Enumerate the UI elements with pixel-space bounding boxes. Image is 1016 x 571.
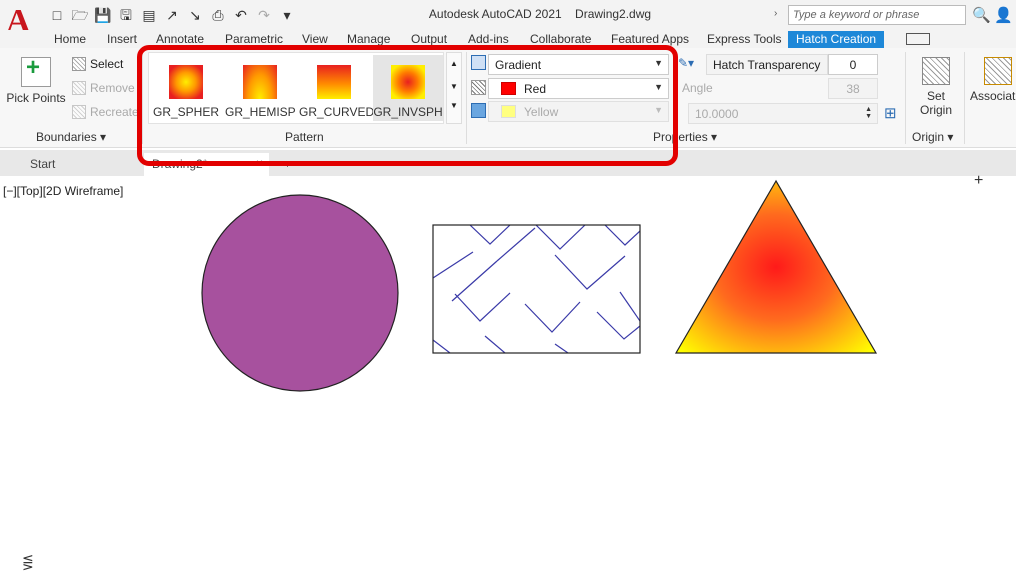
redo-icon[interactable]: ↷ (255, 6, 273, 24)
select-button[interactable]: Select (72, 57, 123, 71)
app-title: Autodesk AutoCAD 2021 (428, 7, 562, 21)
quick-access-toolbar: □ 🗁 💾 🖫 ▤ ↗ ↘ ⎙ ↶ ↷ ▾ (48, 6, 296, 24)
associative-label: Associative (970, 89, 1016, 103)
ribbon-minimize-icon[interactable] (906, 33, 930, 45)
search-expand-icon[interactable]: › (774, 8, 777, 19)
pick-points-button[interactable]: + Pick Points (4, 54, 68, 105)
recreate-label: Recreate (90, 105, 139, 119)
origin-title-text: Origin (912, 130, 945, 144)
undo-icon[interactable]: ↶ (232, 6, 250, 24)
customize-qat-icon[interactable]: ▾ (278, 6, 296, 24)
line-hatch-pattern (433, 225, 640, 353)
origin-panel-title[interactable]: Origin ▾ (912, 130, 953, 144)
tint-shade-input[interactable]: 10.0000 ▲ ▼ (688, 103, 878, 124)
gradient-triangle[interactable] (674, 179, 878, 354)
transparency-label: Hatch Transparency (706, 54, 828, 75)
remove-label: Remove (90, 81, 135, 95)
panel-divider (964, 52, 965, 144)
pick-points-label: Pick Points (6, 91, 66, 105)
remove-button[interactable]: Remove (72, 81, 135, 95)
file-name: Drawing2.dwg (575, 7, 652, 21)
tab-express-tools[interactable]: Express Tools (703, 31, 785, 48)
transparency-icon[interactable]: ✎▾ (678, 56, 694, 70)
user-icon[interactable]: 👤 (994, 6, 1013, 24)
tab-hatch-creation[interactable]: Hatch Creation (788, 31, 884, 48)
transparency-input[interactable]: 0 (828, 54, 878, 75)
angle-label: Angle (682, 81, 713, 95)
associative-icon (984, 57, 1012, 85)
set-origin-icon (922, 57, 950, 85)
tab-insert[interactable]: Insert (103, 31, 141, 48)
drawing-canvas[interactable]: [−][Top][2D Wireframe] + ⋚ (0, 172, 1016, 570)
save-as-icon[interactable]: 🖫 (117, 6, 135, 24)
tab-home[interactable]: Home (50, 31, 90, 48)
associative-button[interactable]: Associative (968, 57, 1016, 103)
save-icon[interactable]: 💾 (94, 6, 112, 24)
recreate-button[interactable]: Recreate (72, 105, 139, 119)
search-input[interactable]: Type a keyword or phrase (788, 5, 966, 25)
select-boundary-icon (72, 57, 86, 71)
import-icon[interactable]: ↗ (163, 6, 181, 24)
new-icon[interactable]: □ (48, 6, 66, 24)
tab-start[interactable]: Start (22, 153, 63, 175)
export-icon[interactable]: ↘ (186, 6, 204, 24)
open-icon[interactable]: 🗁 (71, 6, 89, 24)
set-origin-label: Set Origin (919, 89, 952, 117)
angle-input[interactable]: 38 (828, 78, 878, 99)
boundaries-panel-title[interactable]: Boundaries ▾ (36, 130, 106, 144)
tint-value: 10.0000 (695, 107, 739, 121)
search-icon[interactable]: 🔍 (972, 6, 991, 24)
ucs-icon: ⋚ (22, 554, 34, 570)
hatched-rectangle[interactable] (432, 224, 641, 354)
drawing-svg (201, 179, 878, 392)
hatched-circle[interactable] (201, 194, 399, 392)
remove-boundary-icon (72, 81, 86, 95)
title-bar: A □ 🗁 💾 🖫 ▤ ↗ ↘ ⎙ ↶ ↷ ▾ Autodesk AutoCAD… (0, 0, 1016, 40)
select-label: Select (90, 57, 124, 71)
print-icon[interactable]: ⎙ (209, 6, 227, 24)
boundaries-title-text: Boundaries (36, 130, 97, 144)
match-properties-icon[interactable]: ⊞ (884, 104, 897, 122)
share-icon[interactable]: ▤ (140, 6, 158, 24)
recreate-boundary-icon (72, 105, 86, 119)
set-origin-button[interactable]: Set Origin (910, 57, 962, 117)
window-title: Autodesk AutoCAD 2021 Drawing2.dwg (400, 7, 680, 21)
panel-divider (905, 52, 906, 144)
pick-points-icon: + (21, 54, 51, 87)
annotation-highlight (137, 45, 678, 166)
